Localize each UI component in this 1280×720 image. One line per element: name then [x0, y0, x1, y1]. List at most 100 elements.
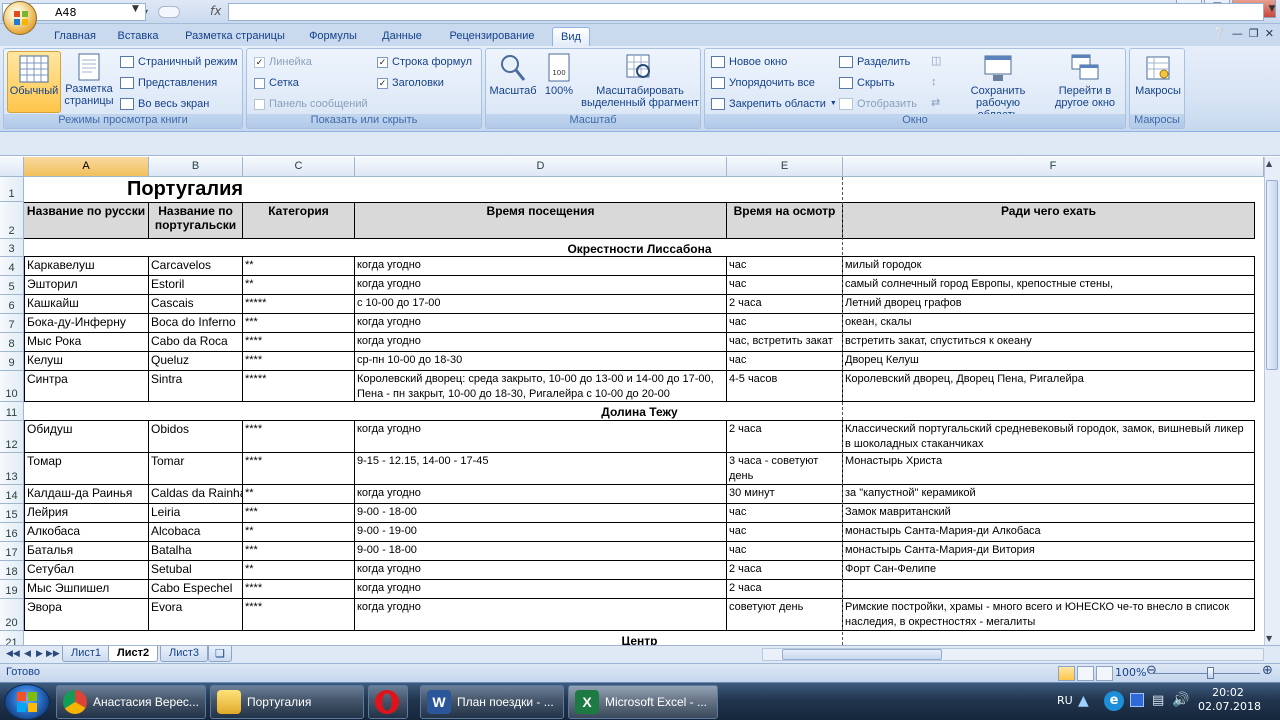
scroll-up-icon[interactable]: ▲: [1266, 159, 1272, 168]
arrange-all-button[interactable]: Упорядочить все: [711, 77, 815, 89]
cell-visit-time[interactable]: 9-00 - 19-00: [355, 523, 727, 542]
cell-visit-time[interactable]: когда угодно: [355, 485, 727, 504]
sheet-tab-2[interactable]: Лист2: [108, 646, 159, 662]
cell-category[interactable]: **: [243, 257, 355, 276]
cell-visit-time[interactable]: когда угодно: [355, 421, 727, 453]
cell-reason[interactable]: Летний дворец графов: [843, 295, 1255, 314]
zoom-100-button[interactable]: 100 100%: [539, 53, 579, 113]
custom-views-button[interactable]: Представления: [120, 77, 217, 89]
cell-name-pt[interactable]: Queluz: [149, 352, 243, 371]
horizontal-scroll-thumb[interactable]: [782, 649, 942, 660]
cell-name-pt[interactable]: Obidos: [149, 421, 243, 453]
page-layout-status-icon[interactable]: [1077, 666, 1094, 681]
cell-reason[interactable]: милый городок: [843, 257, 1255, 276]
cell-category[interactable]: ****: [243, 453, 355, 485]
column-header-c[interactable]: C: [243, 157, 355, 177]
cell-category[interactable]: ***: [243, 504, 355, 523]
cell-duration[interactable]: 2 часа: [727, 421, 843, 453]
column-header-b[interactable]: B: [149, 157, 243, 177]
zoom-in-icon[interactable]: ⊕: [1262, 663, 1273, 678]
select-all-corner[interactable]: [0, 157, 24, 177]
column-header-d[interactable]: D: [355, 157, 727, 177]
cell-duration[interactable]: 3 часа - советуют день: [727, 453, 843, 485]
cell-duration[interactable]: 30 минут: [727, 485, 843, 504]
cell-name-ru[interactable]: Эвора: [24, 599, 149, 631]
unhide-button[interactable]: Отобразить: [839, 98, 917, 110]
header-cell[interactable]: Категория: [243, 202, 355, 239]
normal-view-status-icon[interactable]: [1058, 666, 1075, 681]
cell-visit-time[interactable]: Королевский дворец: среда закрыто, 10-00…: [355, 371, 727, 402]
cell-name-pt[interactable]: Alcobaca: [149, 523, 243, 542]
cell-name-pt[interactable]: Cascais: [149, 295, 243, 314]
tray-edge-icon[interactable]: e: [1104, 691, 1124, 711]
row-header[interactable]: 5: [0, 276, 24, 295]
cell-reason[interactable]: [843, 580, 1255, 599]
cell-visit-time[interactable]: когда угодно: [355, 333, 727, 352]
cell-name-ru[interactable]: Мыс Рока: [24, 333, 149, 352]
tab-view[interactable]: Вид: [552, 27, 590, 46]
save-workspace-button[interactable]: Сохранить рабочую область: [955, 53, 1041, 121]
help-icon[interactable]: ❔: [1212, 27, 1226, 40]
tab-formulas[interactable]: Формулы: [302, 27, 364, 46]
row-header[interactable]: 7: [0, 314, 24, 333]
column-header-f[interactable]: F: [843, 157, 1264, 177]
reset-position-icon[interactable]: ⇄: [931, 97, 940, 109]
cell-name-ru[interactable]: Алкобаса: [24, 523, 149, 542]
cell-name-pt[interactable]: Batalha: [149, 542, 243, 561]
office-button[interactable]: [3, 1, 37, 35]
row-header[interactable]: 14: [0, 485, 24, 504]
page-layout-view-button[interactable]: Разметка страницы: [63, 53, 115, 113]
split-button[interactable]: Разделить: [839, 56, 910, 68]
cell-name-ru[interactable]: Баталья: [24, 542, 149, 561]
cell-name-pt[interactable]: Sintra: [149, 371, 243, 402]
tab-review[interactable]: Рецензирование: [440, 27, 544, 46]
new-window-button[interactable]: Новое окно: [711, 56, 787, 68]
cell-reason[interactable]: за "капустной" керамикой: [843, 485, 1255, 504]
formula-bar-checkbox[interactable]: ✓ Строка формул: [377, 56, 472, 68]
cell-name-ru[interactable]: Мыс Эшпишел: [24, 580, 149, 599]
row-header[interactable]: 10: [0, 371, 24, 402]
cell-name-pt[interactable]: Boca do Inferno: [149, 314, 243, 333]
section-center[interactable]: Центр: [24, 631, 1255, 645]
row-header[interactable]: 19: [0, 580, 24, 599]
cell-category[interactable]: **: [243, 523, 355, 542]
row-header[interactable]: 11: [0, 402, 24, 421]
tab-insert[interactable]: Вставка: [110, 27, 166, 46]
taskbar-folder[interactable]: Португалия: [210, 685, 364, 719]
row-header[interactable]: 1: [0, 177, 24, 202]
cell-visit-time[interactable]: 9-00 - 18-00: [355, 504, 727, 523]
cell-category[interactable]: ****: [243, 599, 355, 631]
cell-name-ru[interactable]: Калдаш-да Раинья: [24, 485, 149, 504]
zoom-slider-track[interactable]: [1150, 673, 1260, 674]
cell-name-ru[interactable]: Обидуш: [24, 421, 149, 453]
cell-reason[interactable]: Монастырь Христа: [843, 453, 1255, 485]
taskbar-excel[interactable]: X Microsoft Excel - ...: [568, 685, 718, 719]
cell-reason[interactable]: Замок мавританский: [843, 504, 1255, 523]
zoom-button[interactable]: Масштаб: [489, 53, 537, 113]
sheet-title[interactable]: Португалия: [24, 177, 324, 202]
normal-view-button[interactable]: Обычный: [7, 51, 61, 113]
freeze-panes-button[interactable]: Закрепить области ▼: [711, 98, 837, 110]
zoom-to-selection-button[interactable]: Масштабировать выделенный фрагмент: [581, 53, 699, 113]
cell-name-pt[interactable]: Setubal: [149, 561, 243, 580]
volume-icon[interactable]: 🔊: [1172, 692, 1189, 708]
page-break-status-icon[interactable]: [1096, 666, 1113, 681]
cell-reason[interactable]: Классический португальский средневековый…: [843, 421, 1255, 453]
start-button[interactable]: [4, 684, 50, 720]
cell-duration[interactable]: советуют день: [727, 599, 843, 631]
cell-visit-time[interactable]: с 10-00 до 17-00: [355, 295, 727, 314]
cell-duration[interactable]: час: [727, 257, 843, 276]
zoom-level[interactable]: 100%: [1115, 666, 1146, 679]
language-indicator[interactable]: RU: [1057, 694, 1073, 707]
cell-reason[interactable]: Дворец Келуш: [843, 352, 1255, 371]
cell-name-pt[interactable]: Estoril: [149, 276, 243, 295]
taskbar-word[interactable]: W План поездки - ...: [420, 685, 564, 719]
message-bar-checkbox[interactable]: Панель сообщений: [254, 98, 368, 110]
header-cell[interactable]: Название по русски: [24, 202, 149, 239]
header-cell[interactable]: Название по португальски: [149, 202, 243, 239]
cell-duration[interactable]: час: [727, 276, 843, 295]
cell-category[interactable]: ****: [243, 421, 355, 453]
taskbar-opera[interactable]: [368, 685, 408, 719]
full-screen-button[interactable]: Во весь экран: [120, 98, 209, 110]
taskbar-chrome[interactable]: Анастасия Верес...: [56, 685, 206, 719]
